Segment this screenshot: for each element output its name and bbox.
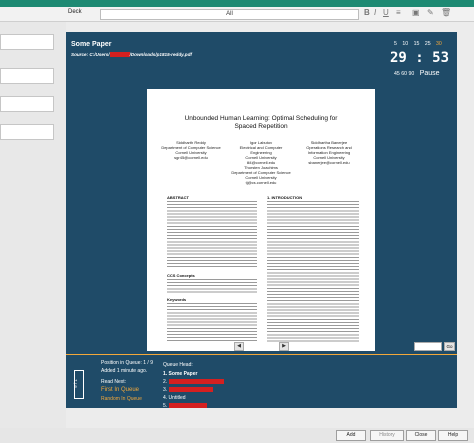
- pdf-abstract-text: [167, 201, 257, 269]
- page-indicator: 1 / 10: [250, 342, 264, 348]
- pdf-intro-heading: 1. INTRODUCTION: [267, 195, 303, 200]
- help-button[interactable]: Help: [438, 430, 468, 441]
- redaction-mark: [168, 403, 207, 409]
- pdf-author-2: Igor Labutov Electrical and Computer Engi…: [239, 140, 283, 165]
- source-suffix: /Downloads/p1815-reddy.pdf: [129, 52, 192, 57]
- pin-icon[interactable]: ✎: [427, 8, 434, 17]
- deck-selector[interactable]: All: [100, 9, 359, 20]
- read-next-label: Read Next:: [101, 379, 127, 385]
- source-label: Source:: [71, 52, 89, 57]
- timer-option[interactable]: 90: [408, 71, 414, 77]
- queue-added: Added 1 minute ago.: [101, 368, 148, 374]
- queue-item[interactable]: 1. Some Paper: [163, 371, 197, 377]
- speed-option[interactable]: 25: [425, 41, 431, 47]
- add-button[interactable]: Add: [336, 430, 366, 441]
- window-title-strip: [0, 0, 474, 7]
- pdf-abstract-heading: ABSTRACT: [167, 195, 189, 200]
- picture-icon[interactable]: ▣: [412, 8, 420, 17]
- pdf-page-nav: ◀ 1 / 10 ▶ Go: [66, 340, 457, 352]
- pdf-page[interactable]: Unbounded Human Learning: Optimal Schedu…: [147, 89, 375, 351]
- editor-field-1[interactable]: [0, 34, 54, 50]
- speed-options: 5 10 15 25 30: [394, 41, 446, 47]
- section-divider: [66, 354, 457, 355]
- pdf-author-1: Siddharth Reddy Department of Computer Sc…: [161, 140, 221, 160]
- pdf-keywords-text: [167, 303, 257, 343]
- bold-icon[interactable]: B: [364, 8, 370, 17]
- speed-option[interactable]: 10: [402, 41, 408, 47]
- redaction-mark: [168, 387, 213, 393]
- editor-left-panel: [0, 22, 66, 437]
- dialog-button-bar: Add History Close Help: [0, 428, 474, 443]
- queue-item[interactable]: 5.: [163, 403, 207, 409]
- queue-item[interactable]: 2.: [163, 379, 224, 385]
- pdf-author-3: Siddhartha Banerjee Operations Research a…: [306, 140, 352, 165]
- timer-option[interactable]: 60: [401, 71, 407, 77]
- pause-button[interactable]: Pause: [420, 70, 440, 77]
- speed-option[interactable]: 15: [414, 41, 420, 47]
- speed-option-active[interactable]: 30: [436, 41, 442, 47]
- list-icon[interactable]: ≡: [396, 8, 401, 17]
- deck-label: Deck: [68, 9, 82, 15]
- close-button[interactable]: Close: [406, 430, 436, 441]
- source-prefix: C:/Users/: [89, 52, 110, 57]
- editor-field-4[interactable]: [0, 124, 54, 140]
- random-in-queue-option[interactable]: Random In Queue: [101, 396, 142, 402]
- history-button[interactable]: History: [370, 430, 404, 441]
- redaction-mark: [168, 379, 224, 385]
- paper-title: Some Paper: [71, 41, 112, 48]
- queue-item[interactable]: 4. Untitled: [163, 395, 186, 401]
- first-in-queue-option[interactable]: First In Queue: [101, 387, 139, 393]
- pdf-title: Unbounded Human Learning: Optimal Schedu…: [184, 115, 338, 130]
- timer-adjust: 45 60 90 Pause: [394, 70, 440, 77]
- pdf-ccs-text: [167, 279, 257, 293]
- pdf-intro-text: [267, 201, 359, 343]
- queue-item[interactable]: 3.: [163, 387, 213, 393]
- reading-panel: Some Paper Source: C:/Users/ /Downloads/p…: [66, 32, 457, 409]
- page-number-input[interactable]: [414, 342, 442, 351]
- speed-option[interactable]: 5: [394, 41, 397, 47]
- underline-icon[interactable]: U: [383, 8, 389, 17]
- queue-position: Position in Queue: 1 / 9: [101, 360, 153, 366]
- deck-row: Deck All B I U ≡ ▣ ✎ 🗑: [0, 7, 474, 22]
- timer-option[interactable]: 45: [394, 71, 400, 77]
- pdf-author-4: Thorsten Joachims Department of Computer …: [231, 165, 291, 185]
- go-button[interactable]: Go: [444, 342, 455, 351]
- countdown-timer: 29 : 53: [390, 50, 450, 66]
- editor-field-3[interactable]: [0, 96, 54, 112]
- paper-source: Source: C:/Users/ /Downloads/p1815-reddy.…: [71, 52, 192, 58]
- pdf-ccs-heading: CCS Concepts: [167, 273, 195, 278]
- queue-counter: 9 / 1: [73, 370, 84, 399]
- italic-icon[interactable]: I: [374, 8, 376, 17]
- next-page-button[interactable]: ▶: [279, 342, 289, 351]
- pdf-keywords-heading: Keywords: [167, 297, 187, 302]
- queue-head-label: Queue Head:: [163, 362, 193, 368]
- trash-icon[interactable]: 🗑: [441, 8, 451, 17]
- redaction-mark: [109, 52, 130, 58]
- prev-page-button[interactable]: ◀: [234, 342, 244, 351]
- editor-field-2[interactable]: [0, 68, 54, 84]
